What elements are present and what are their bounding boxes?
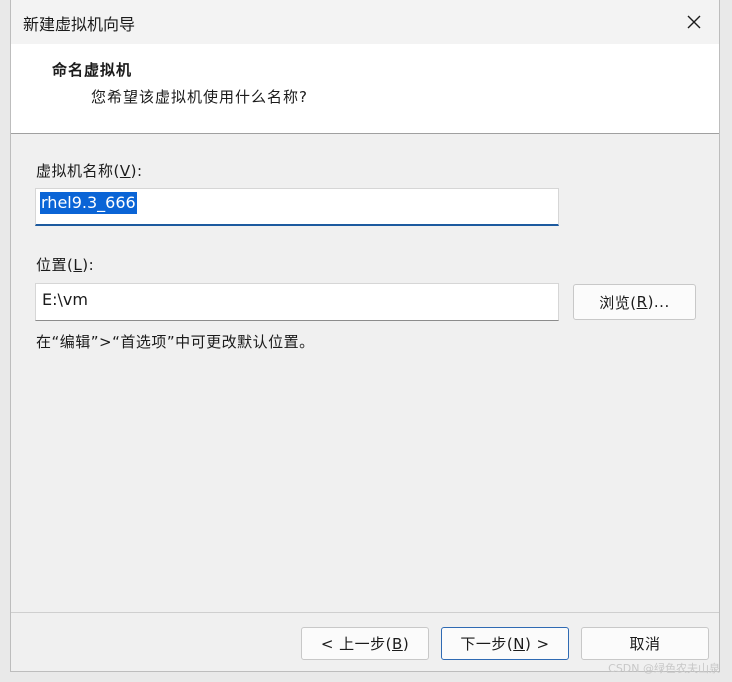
close-icon (687, 15, 701, 29)
vm-name-input[interactable]: rhel9.3_666 (35, 188, 559, 226)
cancel-button[interactable]: 取消 (581, 627, 709, 660)
back-button[interactable]: < 上一步(B) (301, 627, 429, 660)
dialog-title: 新建虚拟机向导 (23, 15, 136, 34)
location-value: E:\vm (42, 290, 88, 309)
vm-name-value: rhel9.3_666 (40, 192, 137, 214)
page-title: 命名虚拟机 (52, 61, 133, 79)
location-label: 位置(L): (36, 256, 95, 274)
new-vm-wizard-dialog: 新建虚拟机向导 命名虚拟机 您希望该虚拟机使用什么名称? 虚拟机名称(V): r… (10, 0, 720, 672)
watermark: CSDN @绿色农夫山泉 (608, 662, 720, 675)
next-button[interactable]: 下一步(N) > (441, 627, 569, 660)
vm-name-label: 虚拟机名称(V): (36, 162, 143, 180)
location-input[interactable]: E:\vm (35, 283, 559, 321)
page-subtitle: 您希望该虚拟机使用什么名称? (91, 88, 308, 106)
browse-button[interactable]: 浏览(R)... (573, 284, 696, 320)
title-bar: 新建虚拟机向导 (11, 0, 719, 44)
close-button[interactable] (677, 6, 711, 38)
default-location-hint: 在“编辑”>“首选项”中可更改默认位置。 (36, 333, 315, 351)
header-panel: 命名虚拟机 您希望该虚拟机使用什么名称? (11, 44, 719, 134)
